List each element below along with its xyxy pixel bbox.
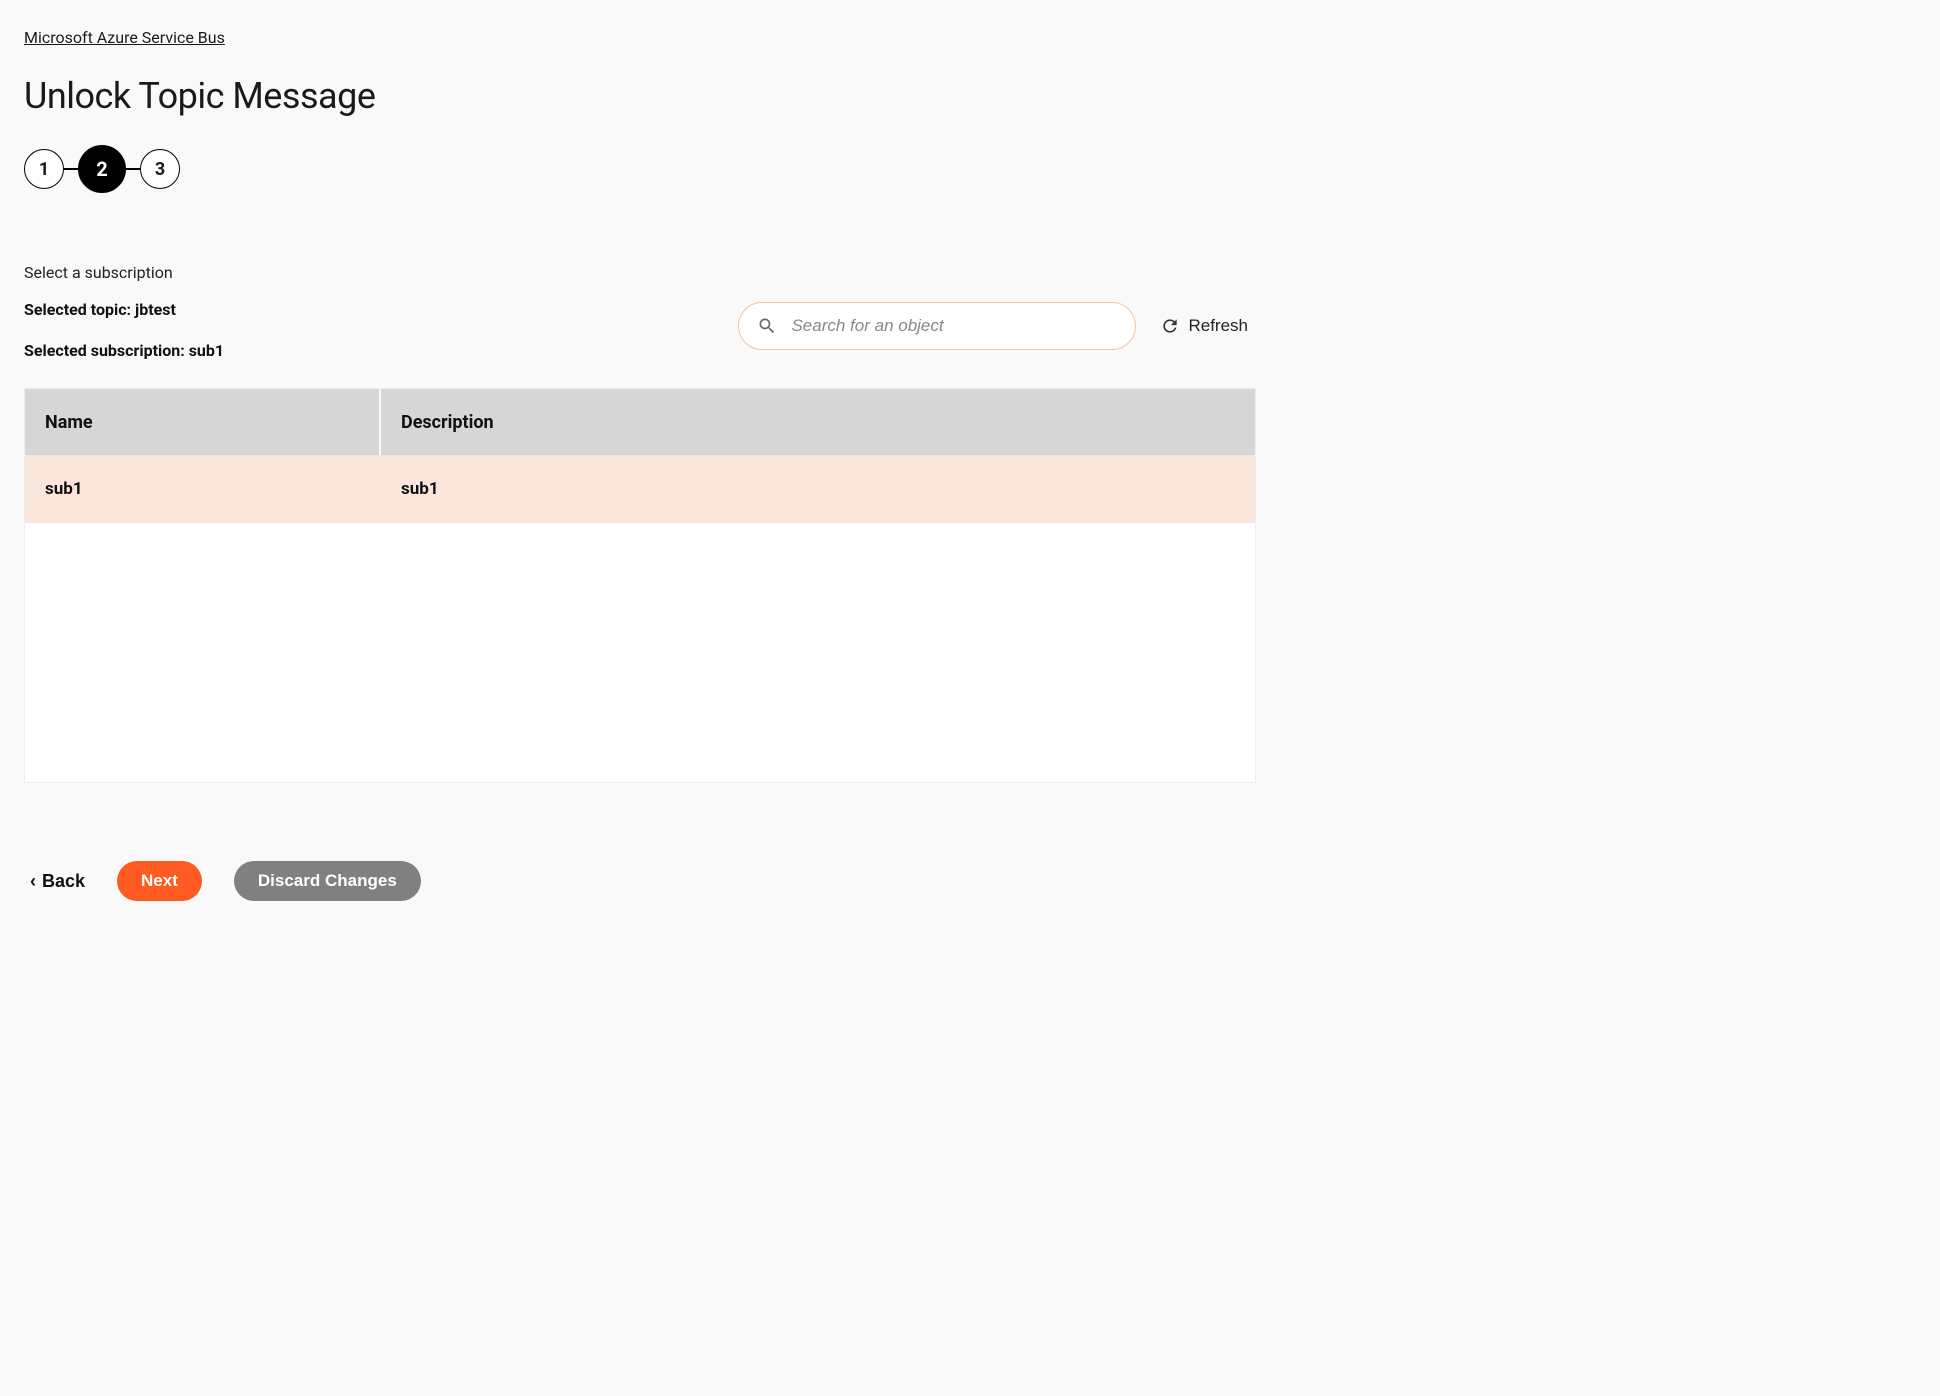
next-button[interactable]: Next: [117, 861, 202, 901]
stepper: 1 2 3: [24, 145, 1256, 193]
search-box[interactable]: [738, 302, 1136, 350]
step-2[interactable]: 2: [78, 145, 126, 193]
refresh-button[interactable]: Refresh: [1160, 316, 1256, 336]
table-header: Name Description: [25, 389, 1255, 455]
search-icon: [757, 316, 777, 336]
table-row[interactable]: sub1 sub1: [25, 455, 1255, 523]
column-header-description[interactable]: Description: [381, 389, 1255, 455]
page-title: Unlock Topic Message: [24, 75, 1256, 117]
step-3[interactable]: 3: [140, 149, 180, 189]
back-label: Back: [42, 871, 85, 892]
subscription-table: Name Description sub1 sub1: [24, 388, 1256, 783]
search-input[interactable]: [791, 316, 1117, 336]
discard-button[interactable]: Discard Changes: [234, 861, 421, 901]
breadcrumb-link[interactable]: Microsoft Azure Service Bus: [24, 28, 225, 47]
step-1[interactable]: 1: [24, 149, 64, 189]
instruction-text: Select a subscription: [24, 263, 1256, 282]
footer-actions: ‹ Back Next Discard Changes: [24, 861, 1256, 901]
step-connector: [126, 168, 140, 170]
column-header-name[interactable]: Name: [25, 389, 381, 455]
chevron-left-icon: ‹: [30, 871, 36, 892]
step-connector: [64, 168, 78, 170]
back-button[interactable]: ‹ Back: [24, 871, 85, 892]
cell-description: sub1: [381, 455, 1255, 523]
cell-name: sub1: [25, 455, 381, 523]
refresh-icon: [1160, 316, 1180, 336]
refresh-label: Refresh: [1188, 316, 1248, 336]
